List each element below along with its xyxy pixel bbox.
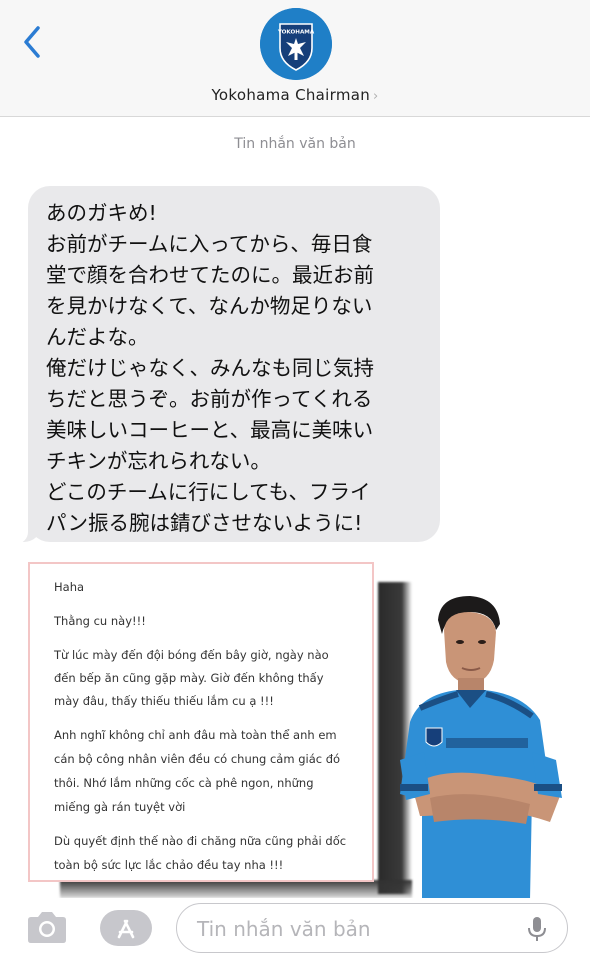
contact-name[interactable]: Yokohama Chairman › (0, 86, 590, 104)
back-button[interactable] (18, 22, 48, 62)
message-line: ちだと思うぞ。お前が作ってくれる (46, 387, 373, 411)
camera-icon (28, 912, 66, 943)
message-line: 堂で顔を合わせてたのに。最近お前 (46, 263, 374, 287)
translation-line: thôi. Nhớ lắm những cốc cà phê ngon, nhữ… (54, 776, 314, 790)
football-player-image (400, 596, 562, 900)
app-store-button[interactable] (100, 910, 152, 946)
message-line: チキンが忘れられない。 (46, 449, 271, 473)
message-line: パン振る腕は錆びさせないように! (46, 511, 363, 535)
message-input[interactable]: Tin nhắn văn bản (176, 903, 568, 953)
message-line: を見かけなくて、なんか物足りない (46, 294, 373, 318)
translation-line: toàn bộ sức lực lắc chảo đều tay nha !!! (54, 858, 284, 872)
player-photo (400, 590, 590, 900)
camera-button[interactable] (24, 910, 70, 946)
app-store-icon (100, 910, 152, 946)
avatar[interactable]: YOKOHAMA (260, 8, 332, 80)
chevron-right-icon: › (373, 89, 379, 104)
translation-line: miếng gà rán tuyệt vời (54, 800, 186, 814)
message-line: 俺だけじゃなく、みんなも同じ気持 (46, 356, 374, 380)
translation-line: Từ lúc mày đến đội bóng đến bây giờ, ngà… (54, 648, 329, 662)
message-input-placeholder: Tin nhắn văn bản (197, 917, 371, 941)
translation-line: Thằng cu này!!! (54, 614, 146, 628)
translation-line: Dù quyết định thế nào đi chăng nữa cũng … (54, 834, 347, 848)
crest-lettering: YOKOHAMA (277, 30, 315, 36)
translation-line: Anh nghĩ không chỉ anh đâu mà toàn thể a… (54, 728, 337, 742)
microphone-icon[interactable] (527, 916, 547, 942)
translation-line: đến bếp ăn cũng gặp mày. Giờ đến không t… (54, 671, 324, 685)
message-line: んだよな。 (46, 325, 149, 349)
yokohama-fc-crest-icon: YOKOHAMA (260, 8, 332, 80)
card-shadow-bottom (60, 880, 412, 898)
contact-name-label: Yokohama Chairman (211, 86, 371, 104)
message-line: お前がチームに入ってから、毎日食 (46, 232, 373, 256)
translation-line: Haha (54, 580, 85, 594)
thread-type-label: Tin nhắn văn bản (234, 136, 356, 152)
translation-line: cán bộ công nhân viên đều có chung cảm g… (54, 752, 341, 766)
chevron-left-icon (24, 26, 40, 58)
translation-card: Haha Thằng cu này!!! Từ lúc mày đến đội … (28, 562, 374, 882)
message-line: あのガキめ! (46, 201, 157, 225)
message-line: 美味しいコーヒーと、最高に美味い (46, 418, 374, 442)
translation-line: mày đâu, thấy thiếu thiếu lắm cu ạ !!! (54, 694, 274, 708)
message-line: どこのチームに行にしても、フライ (46, 480, 371, 504)
